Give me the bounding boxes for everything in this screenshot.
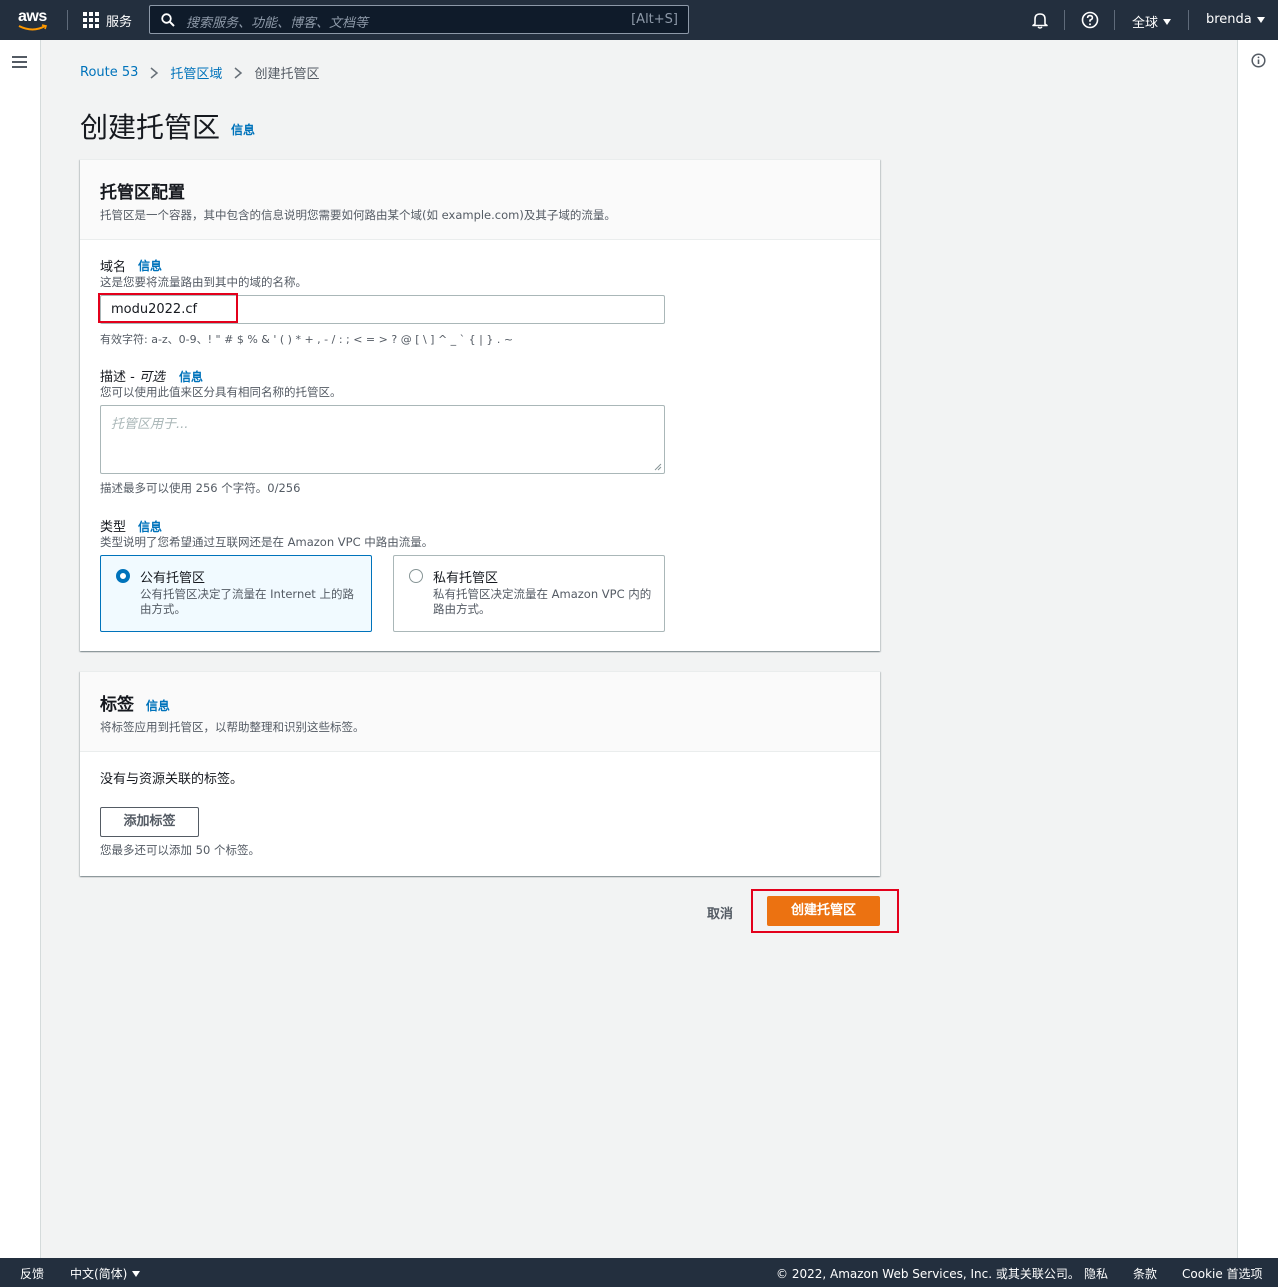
optional-label: 可选 [138, 370, 165, 385]
copyright-text: © 2022, Amazon Web Services, Inc. 或其关联公司… [776, 1267, 1080, 1281]
search-input[interactable]: 搜索服务、功能、博客、文档等 [Alt+S] [149, 5, 689, 34]
tags-panel-title: 标签 [100, 695, 134, 715]
no-tags-message: 没有与资源关联的标签。 [100, 772, 244, 787]
region-selector[interactable]: 全球 [1132, 12, 1172, 31]
config-panel-header: 托管区配置 托管区是一个容器，其中包含的信息说明您需要如何路由某个域(如 exa… [80, 160, 880, 240]
description-textarea[interactable]: 托管区用于... [100, 405, 665, 474]
private-zone-description: 私有托管区决定流量在 Amazon VPC 内的路由方式。 [433, 587, 652, 616]
domain-name-constraint: 有效字符: a-z、0-9、! " # $ % & ' ( ) * + , - … [100, 333, 514, 346]
tags-panel-description: 将标签应用到托管区，以帮助整理和识别这些标签。 [100, 720, 365, 734]
radio-unselected-icon[interactable] [409, 569, 423, 583]
feedback-link[interactable]: 反馈 [20, 1265, 44, 1282]
breadcrumb-current: 创建托管区 [254, 67, 320, 82]
chevron-right-icon [234, 66, 243, 79]
config-panel-title: 托管区配置 [100, 183, 185, 203]
domain-name-description: 这是您要将流量路由到其中的域的名称。 [100, 275, 307, 289]
description-label: 描述 - 可选 [100, 366, 165, 385]
type-label: 类型 [100, 520, 127, 535]
services-menu-button[interactable]: 服务 [83, 11, 133, 30]
description-help-text: 您可以使用此值来区分具有相同名称的托管区。 [100, 385, 342, 399]
language-selector[interactable]: 中文(简体) [70, 1265, 141, 1282]
hosted-zone-config-panel: 托管区配置 托管区是一个容器，其中包含的信息说明您需要如何路由某个域(如 exa… [80, 159, 880, 651]
services-label: 服务 [106, 14, 133, 30]
tags-limit-text: 您最多还可以添加 50 个标签。 [100, 843, 260, 857]
left-side-rail [0, 40, 41, 1258]
terms-link[interactable]: 条款 [1133, 1265, 1157, 1282]
search-placeholder: 搜索服务、功能、博客、文档等 [186, 16, 369, 31]
domain-name-info-link[interactable]: 信息 [138, 257, 162, 274]
tags-panel-header: 标签 信息 将标签应用到托管区，以帮助整理和识别这些标签。 [80, 672, 880, 752]
nav-divider [1114, 10, 1115, 30]
search-icon [161, 13, 175, 27]
footer: 反馈 中文(简体) © 2022, Amazon Web Services, I… [0, 1258, 1278, 1287]
cookie-preferences-link[interactable]: Cookie 首选项 [1182, 1265, 1263, 1282]
type-description: 类型说明了您希望通过互联网还是在 Amazon VPC 中路由流量。 [100, 535, 434, 549]
highlight-annotation-domain [98, 293, 238, 323]
aws-smile-icon [18, 24, 48, 31]
nav-divider [67, 10, 68, 30]
type-info-link[interactable]: 信息 [138, 518, 162, 535]
region-label: 全球 [1132, 16, 1159, 31]
private-zone-title: 私有托管区 [433, 571, 499, 586]
menu-hamburger-icon[interactable] [12, 56, 27, 68]
config-panel-description: 托管区是一个容器，其中包含的信息说明您需要如何路由某个域(如 example.c… [100, 208, 616, 222]
right-side-rail [1237, 40, 1278, 1258]
nav-divider [1064, 10, 1065, 30]
caret-down-icon [1163, 18, 1172, 25]
language-label: 中文(简体) [70, 1267, 128, 1281]
domain-name-label: 域名 [100, 260, 127, 275]
tags-info-link[interactable]: 信息 [146, 699, 170, 713]
search-shortcut-hint: [Alt+S] [631, 12, 678, 27]
public-hosted-zone-option[interactable]: 公有托管区 公有托管区决定了流量在 Internet 上的路由方式。 [100, 555, 372, 632]
tags-panel: 标签 信息 将标签应用到托管区，以帮助整理和识别这些标签。 没有与资源关联的标签… [80, 671, 880, 876]
user-name: brenda [1206, 12, 1252, 27]
help-icon[interactable] [1081, 11, 1099, 29]
private-hosted-zone-option[interactable]: 私有托管区 私有托管区决定流量在 Amazon VPC 内的路由方式。 [393, 555, 665, 632]
page-info-link[interactable]: 信息 [231, 121, 255, 138]
breadcrumb: Route 53 托管区域 创建托管区 [80, 63, 319, 82]
public-zone-description: 公有托管区决定了流量在 Internet 上的路由方式。 [140, 587, 354, 616]
caret-down-icon [132, 1270, 141, 1277]
account-menu[interactable]: brenda [1206, 12, 1265, 27]
cancel-button[interactable]: 取消 [707, 903, 733, 922]
add-tag-button[interactable]: 添加标签 [100, 807, 199, 837]
public-zone-title: 公有托管区 [140, 571, 206, 586]
description-placeholder: 托管区用于... [111, 417, 189, 432]
info-panel-icon[interactable] [1251, 53, 1266, 68]
caret-down-icon [1256, 16, 1265, 23]
resize-handle-icon[interactable] [654, 463, 662, 471]
services-grid-icon [83, 12, 99, 28]
chevron-right-icon [150, 66, 159, 79]
description-constraint: 描述最多可以使用 256 个字符。0/256 [100, 481, 301, 495]
nav-divider [1188, 10, 1189, 30]
description-info-link[interactable]: 信息 [179, 368, 203, 385]
description-label-text: 描述 - [100, 370, 139, 385]
top-navigation: aws 服务 搜索服务、功能、博客、文档等 [Alt+S] 全球 brenda [0, 0, 1278, 40]
privacy-link[interactable]: 隐私 [1084, 1265, 1108, 1282]
aws-logo[interactable]: aws [16, 7, 52, 33]
breadcrumb-route53-link[interactable]: Route 53 [80, 65, 138, 80]
radio-selected-icon[interactable] [116, 569, 130, 583]
page-title: 创建托管区 [80, 111, 221, 144]
breadcrumb-hosted-zones-link[interactable]: 托管区域 [170, 63, 222, 82]
tags-panel-title-row: 标签 信息 [100, 690, 860, 715]
highlight-annotation-create [751, 889, 899, 933]
notifications-bell-icon[interactable] [1031, 11, 1049, 29]
